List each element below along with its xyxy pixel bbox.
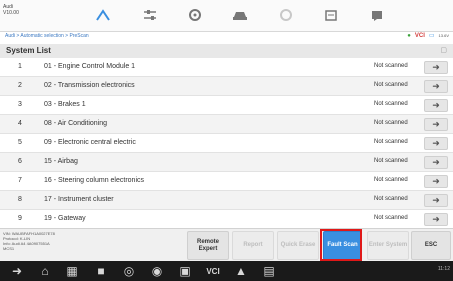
system-row[interactable]: 1 01 - Engine Control Module 1 Not scanned… xyxy=(0,58,453,77)
enter-arrow-icon[interactable]: ➜ xyxy=(424,80,448,93)
quick-erase-button[interactable]: Quick Erase xyxy=(277,231,319,260)
home-car-icon[interactable] xyxy=(94,6,112,24)
system-number: 9 xyxy=(18,215,22,222)
fault-scan-highlight xyxy=(320,229,362,261)
vehicle-label: Audi V10.00 xyxy=(3,4,19,16)
system-row[interactable]: 2 02 - Transmission electronics Not scanne… xyxy=(0,77,453,96)
system-row[interactable]: 3 03 - Brakes 1 Not scanned ➜ xyxy=(0,96,453,115)
home-icon[interactable]: ⌂ xyxy=(37,264,53,278)
system-number: 8 xyxy=(18,196,22,203)
scan-status: Not scanned xyxy=(374,139,408,145)
scan-status: Not scanned xyxy=(374,177,408,183)
scan-status: Not scanned xyxy=(374,120,408,126)
system-name: 03 - Brakes 1 xyxy=(44,101,86,108)
system-number: 4 xyxy=(18,120,22,127)
remote-expert-button[interactable]: Remote Expert xyxy=(187,231,229,260)
battery-icon: ▭ xyxy=(428,33,435,39)
extra-text: MCS1 xyxy=(3,246,15,251)
vehicle-model: V10.00 xyxy=(3,10,19,16)
system-name: 02 - Transmission electronics xyxy=(44,82,135,89)
enter-system-button[interactable]: Enter System xyxy=(367,231,409,260)
breadcrumb[interactable]: Audi > Automatic selection > PreScan xyxy=(5,33,89,39)
vci-indicator: VCI xyxy=(414,32,425,39)
system-name: 01 - Engine Control Module 1 xyxy=(44,63,136,70)
system-name: 15 - Airbag xyxy=(44,158,78,165)
battery-voltage: 13.6V xyxy=(438,33,449,38)
back-arrow-icon[interactable]: ➜ xyxy=(9,264,25,278)
system-name: 16 - Steering column electronics xyxy=(44,177,144,184)
scan-status: Not scanned xyxy=(374,82,408,88)
gear-icon[interactable] xyxy=(186,6,204,24)
system-list-title: System List xyxy=(6,46,51,55)
lock-icon[interactable]: ▦ xyxy=(64,264,80,278)
system-name: 19 - Gateway xyxy=(44,215,86,222)
system-number: 3 xyxy=(18,101,22,108)
system-row[interactable]: 9 19 - Gateway Not scanned ➜ xyxy=(0,210,453,229)
enter-arrow-icon[interactable]: ➜ xyxy=(424,213,448,226)
settings-sliders-icon[interactable] xyxy=(141,6,159,24)
car-nav-icon[interactable]: ▲ xyxy=(233,264,249,278)
car-icon[interactable] xyxy=(231,6,249,24)
scan-status: Not scanned xyxy=(374,215,408,221)
system-name: 09 - Electronic central electric xyxy=(44,139,136,146)
system-number: 1 xyxy=(18,63,22,70)
recent-apps-icon[interactable]: ■ xyxy=(93,264,109,278)
browser-icon[interactable]: ◎ xyxy=(121,264,137,278)
enter-arrow-icon[interactable]: ➜ xyxy=(424,156,448,169)
message-icon[interactable] xyxy=(368,6,386,24)
enter-arrow-icon[interactable]: ➜ xyxy=(424,118,448,131)
system-number: 7 xyxy=(18,177,22,184)
remote-expert-label: Remote Expert xyxy=(196,238,219,252)
system-row[interactable]: 6 15 - Airbag Not scanned ➜ xyxy=(0,153,453,172)
enter-arrow-icon[interactable]: ➜ xyxy=(424,61,448,74)
screenshot-icon[interactable]: ▣ xyxy=(177,264,193,278)
system-number: 5 xyxy=(18,139,22,146)
scanner-nav-icon[interactable]: ▤ xyxy=(261,264,277,278)
system-row[interactable]: 4 08 - Air Conditioning Not scanned ➜ xyxy=(0,115,453,134)
scan-status: Not scanned xyxy=(374,158,408,164)
scan-status: Not scanned xyxy=(374,101,408,107)
system-name: 08 - Air Conditioning xyxy=(44,120,108,127)
system-number: 2 xyxy=(18,82,22,89)
enter-system-label: Enter System xyxy=(368,242,408,248)
scan-status: Not scanned xyxy=(374,63,408,69)
signal-icon: ● xyxy=(407,32,411,39)
esc-button[interactable]: ESC xyxy=(411,231,451,260)
report-button[interactable]: Report xyxy=(232,231,274,260)
disabled-tool-icon xyxy=(277,6,295,24)
collapse-icon[interactable]: ▢ xyxy=(440,46,447,54)
system-row[interactable]: 5 09 - Electronic central electric Not sca… xyxy=(0,134,453,153)
system-name: 17 - Instrument cluster xyxy=(44,196,114,203)
status-icons: ● VCI ▭ 13.6V xyxy=(407,32,449,40)
print-icon[interactable] xyxy=(322,6,340,24)
system-list-header xyxy=(0,44,453,58)
camera-icon[interactable]: ◉ xyxy=(149,264,165,278)
esc-label: ESC xyxy=(424,242,438,248)
vehicle-info: VIN: WAUBFAFH1A0027E78 Protocol: K-LIN I… xyxy=(3,231,55,251)
enter-arrow-icon[interactable]: ➜ xyxy=(424,194,448,207)
system-status: 11:12 xyxy=(437,266,450,272)
system-number: 6 xyxy=(18,158,22,165)
system-row[interactable]: 8 17 - Instrument cluster Not scanned ➜ xyxy=(0,191,453,210)
enter-arrow-icon[interactable]: ➜ xyxy=(424,99,448,112)
enter-arrow-icon[interactable]: ➜ xyxy=(424,137,448,150)
system-row[interactable]: 7 16 - Steering column electronics Not sca… xyxy=(0,172,453,191)
enter-arrow-icon[interactable]: ➜ xyxy=(424,175,448,188)
quick-erase-label: Quick Erase xyxy=(280,242,316,248)
vci-nav-icon[interactable]: VCI xyxy=(205,264,221,278)
report-label: Report xyxy=(243,242,263,248)
scan-status: Not scanned xyxy=(374,196,408,202)
